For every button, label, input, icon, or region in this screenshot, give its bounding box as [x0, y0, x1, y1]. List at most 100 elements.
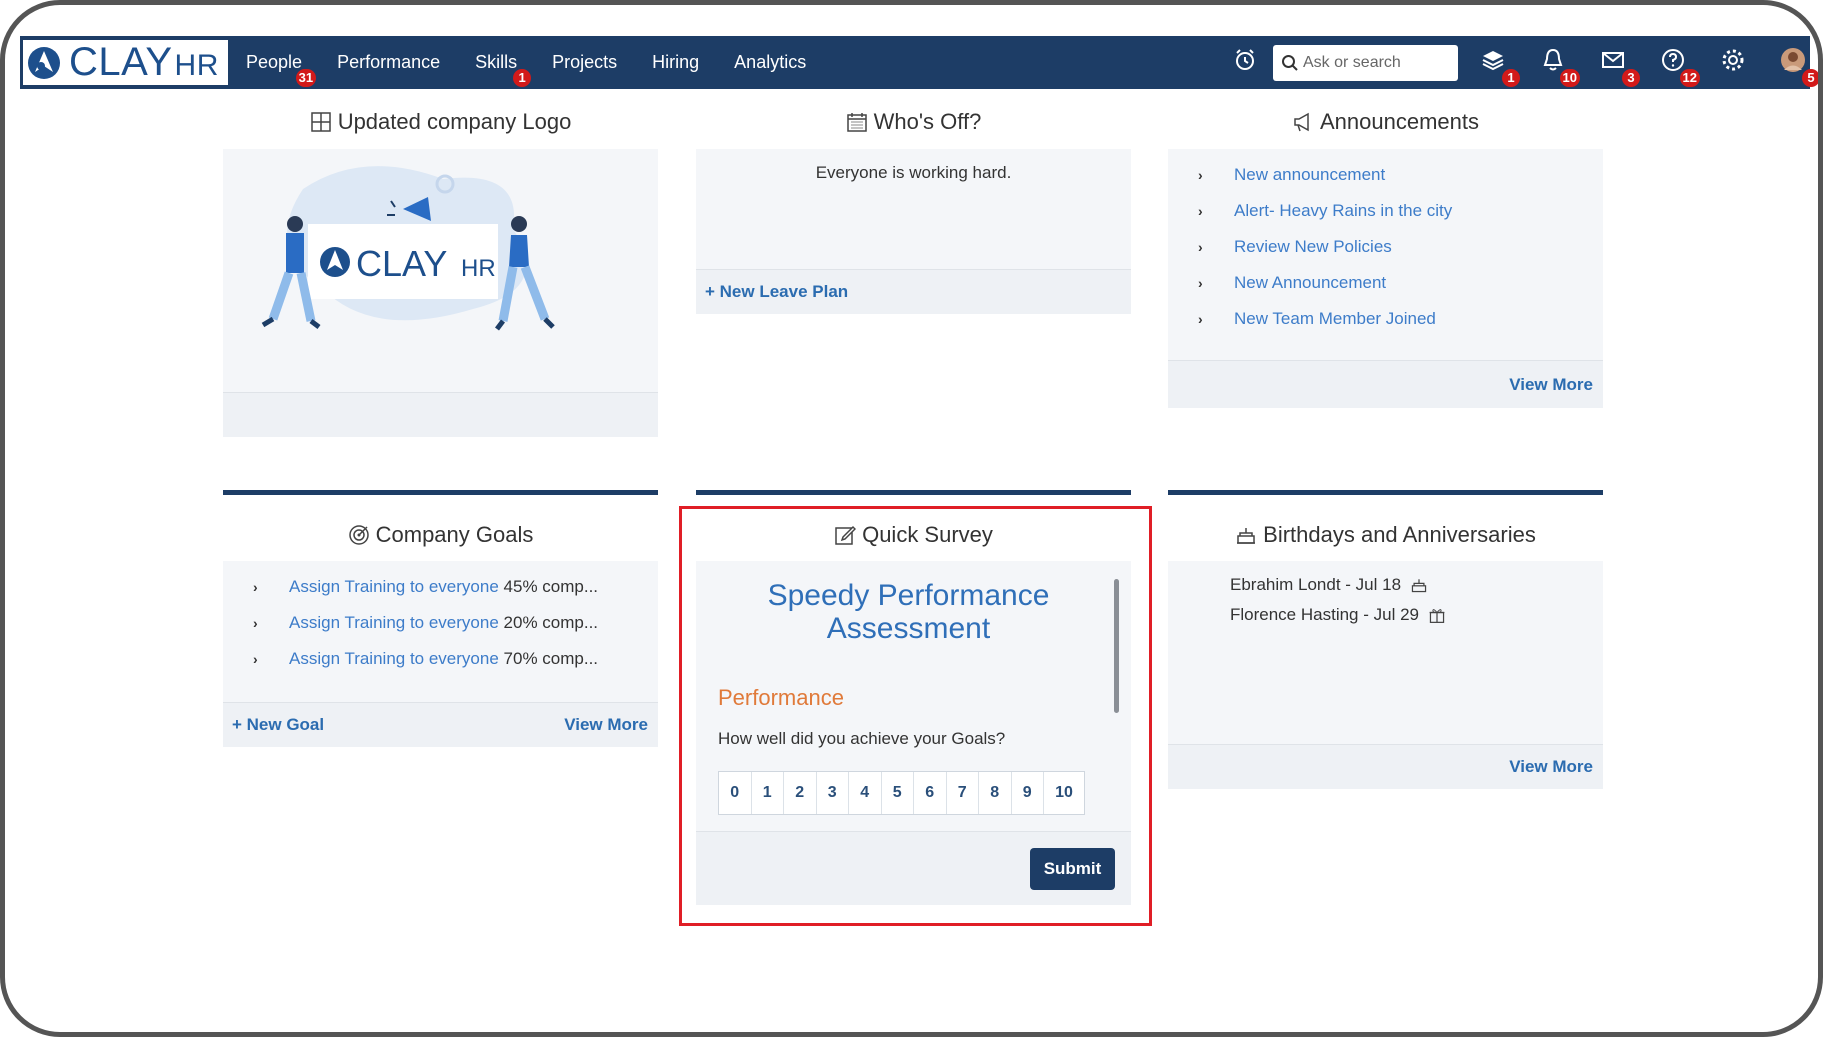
mail-icon[interactable]: 3 — [1600, 47, 1640, 87]
avatar-badge: 5 — [1802, 69, 1818, 87]
layers-icon[interactable]: 1 — [1480, 47, 1520, 87]
people-badge: 31 — [295, 69, 317, 87]
layers-badge: 1 — [1502, 69, 1520, 87]
main-nav: People 31 Performance Skills 1 Projects … — [246, 36, 841, 89]
whos-off-title: Who's Off? — [696, 109, 1131, 135]
clayhr-logo-mark — [28, 46, 60, 79]
nav-performance[interactable]: Performance — [337, 52, 440, 73]
search-box[interactable] — [1273, 45, 1458, 81]
goals-title: Company Goals — [223, 522, 658, 548]
nav-people[interactable]: People 31 — [246, 52, 317, 87]
rating-option[interactable]: 0 — [719, 772, 752, 814]
rating-option[interactable]: 6 — [914, 772, 947, 814]
list-item[interactable]: › Assign Training to everyone 45% comp... — [253, 569, 598, 605]
calendar-icon — [846, 113, 867, 132]
survey-question: How well did you achieve your Goals? — [718, 729, 1006, 748]
rating-option[interactable]: 1 — [752, 772, 784, 814]
list-item[interactable]: › Alert- Heavy Rains in the city — [1198, 193, 1452, 229]
logo-card-footer — [223, 392, 658, 437]
list-item[interactable]: › New Announcement — [1198, 265, 1452, 301]
goals-body: › Assign Training to everyone 45% comp...… — [223, 561, 658, 702]
list-item[interactable]: › Review New Policies — [1198, 229, 1452, 265]
submit-button[interactable]: Submit — [1030, 848, 1115, 890]
grid-icon — [310, 112, 331, 132]
divider — [1168, 490, 1603, 495]
mail-badge: 3 — [1622, 69, 1640, 87]
whos-off-message: Everyone is working hard. — [815, 163, 1012, 182]
goals-view-more[interactable]: View More — [564, 715, 648, 735]
skills-badge: 1 — [513, 69, 532, 87]
gear-icon[interactable] — [1720, 47, 1750, 77]
chevron-right-icon: › — [1198, 239, 1203, 255]
birthdays-view-more[interactable]: View More — [1509, 757, 1593, 777]
svg-text:CLAY: CLAY — [356, 243, 447, 284]
chevron-right-icon: › — [1198, 275, 1203, 291]
rating-option[interactable]: 9 — [1012, 772, 1044, 814]
search-icon — [1282, 55, 1298, 71]
nav-projects[interactable]: Projects — [552, 52, 617, 73]
new-leave-plan-link[interactable]: + New Leave Plan — [705, 282, 848, 302]
new-goal-link[interactable]: + New Goal — [232, 715, 324, 735]
chevron-right-icon: › — [1198, 167, 1203, 183]
search-input[interactable] — [1303, 54, 1453, 72]
list-item[interactable]: › Assign Training to everyone 20% comp... — [253, 605, 598, 641]
nav-analytics[interactable]: Analytics — [734, 52, 806, 73]
rating-option[interactable]: 5 — [882, 772, 914, 814]
announcements-view-more[interactable]: View More — [1509, 375, 1593, 395]
survey-footer: Submit — [696, 831, 1131, 905]
list-item[interactable]: › New Team Member Joined — [1198, 301, 1452, 337]
chevron-right-icon: › — [253, 615, 258, 631]
list-item[interactable]: › New announcement — [1198, 157, 1452, 193]
bell-badge: 10 — [1559, 69, 1580, 87]
rating-option[interactable]: 7 — [947, 772, 979, 814]
megaphone-icon — [1294, 112, 1309, 132]
announcements-footer: View More — [1168, 360, 1603, 408]
whos-off-footer: + New Leave Plan — [696, 269, 1131, 314]
rating-option[interactable]: 10 — [1044, 772, 1084, 814]
whos-off-body: Everyone is working hard. — [696, 149, 1131, 269]
rating-option[interactable]: 2 — [784, 772, 817, 814]
company-logo-illustration: CLAY HR — [261, 166, 555, 331]
logo-card-title: Updated company Logo — [223, 109, 658, 135]
edit-icon — [835, 525, 857, 545]
survey-body: Speedy Performance Assessment Performanc… — [696, 561, 1131, 831]
chevron-right-icon: › — [253, 651, 258, 667]
nav-hiring[interactable]: Hiring — [652, 52, 699, 73]
birthdays-body: Ebrahim Londt - Jul 18 Florence Hasting … — [1168, 561, 1603, 744]
goals-list: › Assign Training to everyone 45% comp...… — [253, 569, 598, 677]
alarm-clock-icon[interactable] — [1232, 47, 1262, 77]
rating-scale: 0 1 2 3 4 5 6 7 8 9 10 — [718, 771, 1085, 815]
cake-icon — [1237, 528, 1256, 544]
svg-text:HR: HR — [461, 255, 496, 282]
rating-option[interactable]: 8 — [979, 772, 1012, 814]
announcements-title: Announcements — [1168, 109, 1603, 135]
top-navigation-bar: CLAYHR People 31 Performance Skills 1 Pr… — [20, 36, 1818, 89]
screen-frame: CLAYHR People 31 Performance Skills 1 Pr… — [0, 0, 1823, 1037]
help-badge: 12 — [1679, 69, 1700, 87]
survey-scrollbar[interactable] — [1114, 579, 1119, 713]
rating-option[interactable]: 3 — [817, 772, 849, 814]
gift-icon — [1429, 609, 1445, 623]
birthdays-footer: View More — [1168, 744, 1603, 789]
help-icon[interactable]: 12 — [1660, 47, 1700, 87]
avatar[interactable]: 5 — [1780, 47, 1818, 87]
divider — [223, 490, 658, 495]
nav-skills[interactable]: Skills 1 — [475, 52, 532, 87]
announcements-body: › New announcement › Alert- Heavy Rains in… — [1168, 149, 1603, 360]
announcements-list: › New announcement › Alert- Heavy Rains in… — [1198, 157, 1452, 337]
target-icon — [348, 525, 369, 545]
logo-text: CLAYHR — [69, 40, 219, 84]
divider — [696, 490, 1131, 495]
logo-card-body: CLAY HR — [223, 149, 658, 392]
list-item[interactable]: › Assign Training to everyone 70% comp... — [253, 641, 598, 677]
birthday-entry: Ebrahim Londt - Jul 18 — [1230, 575, 1428, 595]
survey-section-label: Performance — [718, 685, 844, 710]
chevron-right-icon: › — [1198, 203, 1203, 219]
chevron-right-icon: › — [253, 579, 258, 595]
rating-option[interactable]: 4 — [849, 772, 882, 814]
bell-icon[interactable]: 10 — [1540, 47, 1580, 87]
survey-heading: Speedy Performance Assessment — [767, 579, 1050, 645]
goals-footer: + New Goal View More — [223, 702, 658, 747]
cake-icon — [1411, 579, 1427, 593]
clayhr-logo[interactable]: CLAYHR — [23, 40, 228, 85]
